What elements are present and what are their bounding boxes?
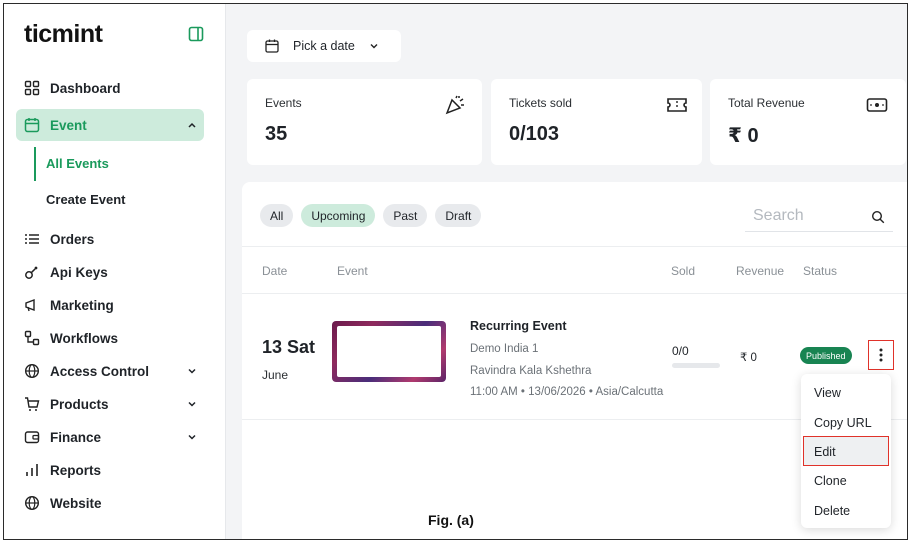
calendar-icon bbox=[265, 39, 279, 53]
sidebar-item-website[interactable]: Website bbox=[16, 487, 204, 519]
sidebar-item-workflows[interactable]: Workflows bbox=[16, 322, 204, 354]
submenu-rail bbox=[34, 147, 36, 181]
sidebar-item-label: Finance bbox=[50, 429, 102, 445]
sidebar-item-event[interactable]: Event bbox=[16, 109, 204, 141]
filter-draft[interactable]: Draft bbox=[435, 204, 482, 227]
grid-icon bbox=[24, 80, 40, 96]
row-actions-menu: View Copy URL Edit Clone Delete bbox=[801, 374, 891, 528]
menu-item-view[interactable]: View bbox=[814, 386, 841, 400]
key-icon bbox=[25, 266, 38, 279]
stat-card-tickets: Tickets sold 0/103 bbox=[491, 79, 702, 165]
event-time: 11:00 AM • 13/06/2026 • Asia/Calcutta bbox=[470, 386, 664, 398]
event-venue: Ravindra Kala Kshethra bbox=[470, 365, 592, 377]
row-actions-button[interactable] bbox=[868, 340, 894, 370]
filter-past[interactable]: Past bbox=[383, 204, 428, 227]
sold-count: 0/0 bbox=[672, 344, 689, 358]
chevron-up-icon bbox=[188, 122, 196, 128]
ticket-icon bbox=[667, 98, 687, 112]
megaphone-icon bbox=[25, 298, 35, 312]
sidebar-item-api-keys[interactable]: Api Keys bbox=[16, 256, 204, 288]
more-vertical-icon bbox=[879, 348, 883, 362]
stat-label: Tickets sold bbox=[509, 96, 572, 110]
app-window: ticmint Dashboard Event All Events Creat… bbox=[3, 3, 908, 540]
status-badge: Published bbox=[800, 347, 852, 364]
date-picker-label: Pick a date bbox=[293, 39, 355, 53]
sidebar-subitem-all-events[interactable]: All Events bbox=[46, 156, 109, 171]
chevron-down-icon bbox=[370, 44, 378, 49]
column-header-status: Status bbox=[803, 264, 838, 278]
sidebar-item-label: Access Control bbox=[50, 363, 150, 379]
menu-item-copy-url[interactable]: Copy URL bbox=[814, 416, 872, 430]
stat-card-events: Events 35 bbox=[247, 79, 482, 165]
stat-value: 0/103 bbox=[509, 123, 560, 145]
event-day: 13 Sat bbox=[262, 337, 316, 357]
stat-value: ₹ 0 bbox=[728, 125, 759, 147]
sidebar-item-reports[interactable]: Reports bbox=[16, 454, 204, 486]
sidebar-item-label: Marketing bbox=[50, 297, 114, 313]
sidebar-item-label: Reports bbox=[50, 462, 102, 478]
search-icon[interactable] bbox=[871, 210, 885, 224]
divider bbox=[242, 293, 907, 294]
menu-item-clone[interactable]: Clone bbox=[814, 474, 847, 488]
sidebar-item-label: Workflows bbox=[50, 330, 119, 346]
sidebar-subitem-create-event[interactable]: Create Event bbox=[46, 192, 125, 207]
sidebar-item-label: Event bbox=[50, 117, 87, 133]
figure-caption: Fig. (a) bbox=[428, 512, 474, 528]
app-logo: ticmint bbox=[24, 20, 103, 48]
event-month: June bbox=[262, 368, 289, 382]
cart-icon bbox=[25, 397, 40, 411]
divider bbox=[242, 246, 907, 247]
column-header-date: Date bbox=[262, 264, 288, 278]
sidebar-item-label: Dashboard bbox=[50, 80, 121, 96]
sidebar-item-label: Orders bbox=[50, 231, 95, 247]
search-placeholder: Search bbox=[753, 207, 804, 224]
sidebar-item-label: Api Keys bbox=[50, 264, 108, 280]
sidebar: ticmint Dashboard Event All Events Creat… bbox=[4, 4, 226, 539]
banknote-icon bbox=[866, 98, 888, 112]
chevron-down-icon bbox=[188, 401, 196, 407]
sidebar-item-finance[interactable]: Finance bbox=[16, 421, 204, 453]
list-icon bbox=[25, 234, 39, 244]
sidebar-item-dashboard[interactable]: Dashboard bbox=[16, 72, 204, 104]
globe-lock-icon bbox=[24, 363, 40, 379]
sidebar-item-label: Website bbox=[50, 495, 102, 511]
bar-chart-icon bbox=[26, 464, 38, 476]
events-panel: All Upcoming Past Draft Search Date Even… bbox=[242, 182, 907, 539]
stat-label: Events bbox=[265, 96, 302, 110]
sidebar-item-access-control[interactable]: Access Control bbox=[16, 355, 204, 387]
filter-all[interactable]: All bbox=[260, 204, 294, 227]
sold-progress-bar bbox=[672, 363, 720, 368]
sidebar-item-orders[interactable]: Orders bbox=[16, 223, 204, 255]
sidebar-toggle-icon[interactable] bbox=[188, 26, 204, 42]
calendar-icon bbox=[24, 118, 40, 133]
column-header-event: Event bbox=[337, 264, 368, 278]
column-header-revenue: Revenue bbox=[736, 264, 785, 278]
stat-value: 35 bbox=[265, 123, 288, 145]
revenue-value: ₹ 0 bbox=[740, 352, 757, 364]
globe-icon bbox=[24, 495, 40, 511]
chevron-down-icon bbox=[188, 434, 196, 440]
date-picker-button[interactable]: Pick a date bbox=[247, 30, 401, 62]
stat-card-revenue: Total Revenue ₹ 0 bbox=[710, 79, 906, 165]
event-title[interactable]: Recurring Event bbox=[470, 319, 567, 333]
stat-label: Total Revenue bbox=[728, 96, 805, 110]
filter-tabs: All Upcoming Past Draft bbox=[260, 204, 482, 227]
menu-item-edit[interactable]: Edit bbox=[814, 445, 836, 459]
sidebar-item-marketing[interactable]: Marketing bbox=[16, 289, 204, 321]
party-popper-icon bbox=[445, 95, 464, 115]
column-header-sold: Sold bbox=[671, 264, 696, 278]
workflow-icon bbox=[24, 330, 40, 346]
sidebar-item-products[interactable]: Products bbox=[16, 388, 204, 420]
search-input[interactable]: Search bbox=[745, 204, 893, 232]
wallet-icon bbox=[24, 431, 40, 444]
event-thumbnail[interactable] bbox=[332, 321, 446, 382]
menu-item-delete[interactable]: Delete bbox=[814, 504, 850, 518]
chevron-down-icon bbox=[188, 368, 196, 374]
event-organizer: Demo India 1 bbox=[470, 343, 539, 355]
sidebar-item-label: Products bbox=[50, 396, 109, 412]
filter-upcoming[interactable]: Upcoming bbox=[301, 204, 376, 227]
